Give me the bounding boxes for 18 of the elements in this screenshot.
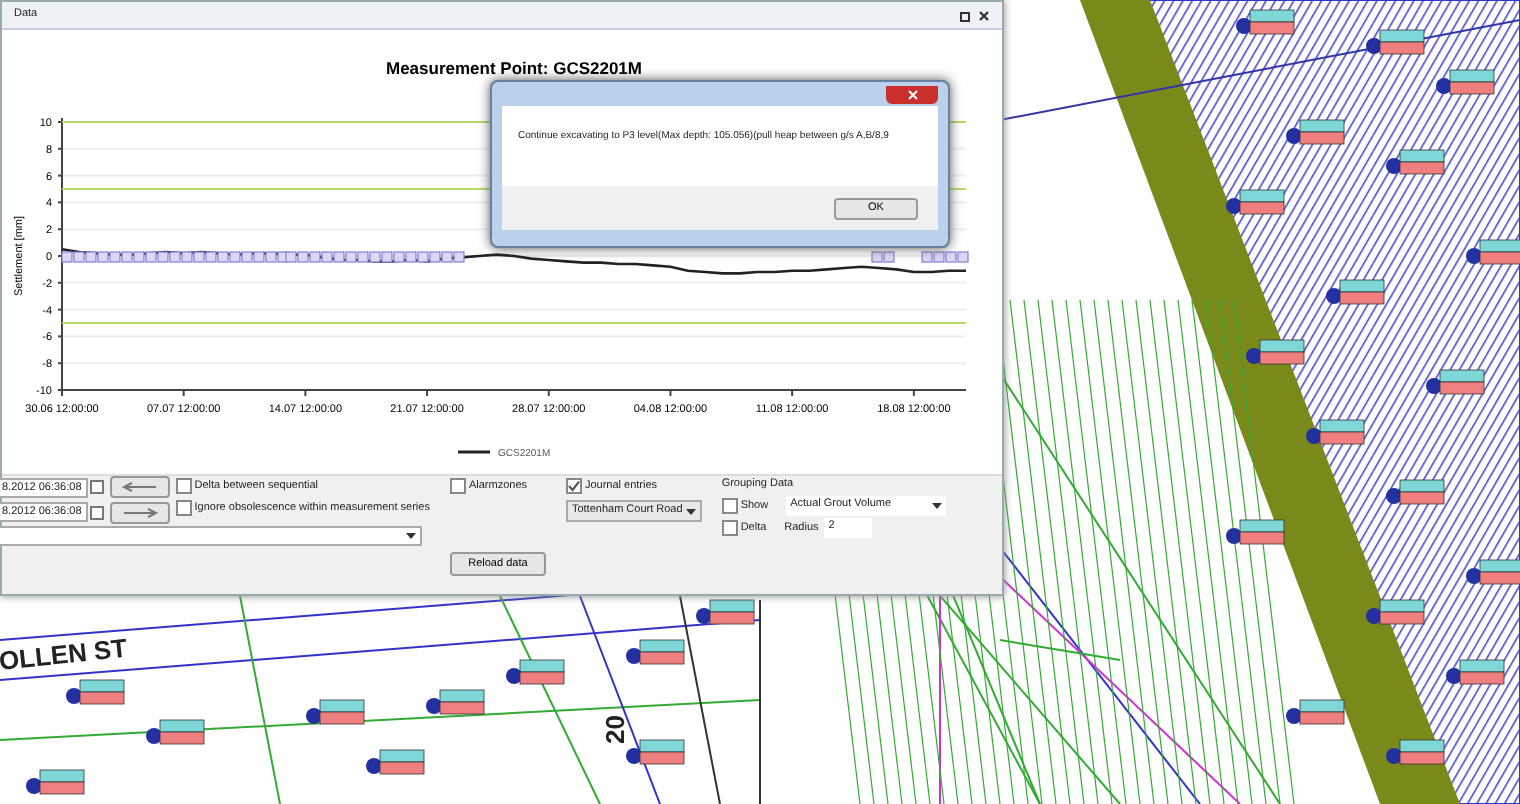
close-button[interactable] <box>886 85 938 103</box>
checkbox[interactable] <box>721 520 738 537</box>
checkbox[interactable] <box>175 500 192 517</box>
street-number: 20 <box>600 715 630 744</box>
step-buttons-icon[interactable] <box>109 501 170 523</box>
checkbox[interactable] <box>175 478 192 495</box>
step-buttons-icon[interactable] <box>109 476 170 498</box>
dropdown-field[interactable] <box>0 526 422 546</box>
chart-title: Measurement Point: GCS2201M <box>386 58 642 78</box>
caret-icon[interactable] <box>406 532 416 540</box>
close-icon[interactable] <box>978 9 990 21</box>
checkbox[interactable] <box>721 497 738 514</box>
caret-icon[interactable] <box>932 501 943 510</box>
checkbox[interactable] <box>449 478 466 495</box>
restore-icon[interactable] <box>960 9 972 21</box>
caret-icon[interactable] <box>685 507 696 516</box>
checked-checkbox[interactable] <box>565 478 582 495</box>
street-label: OLLEN ST <box>0 632 129 676</box>
